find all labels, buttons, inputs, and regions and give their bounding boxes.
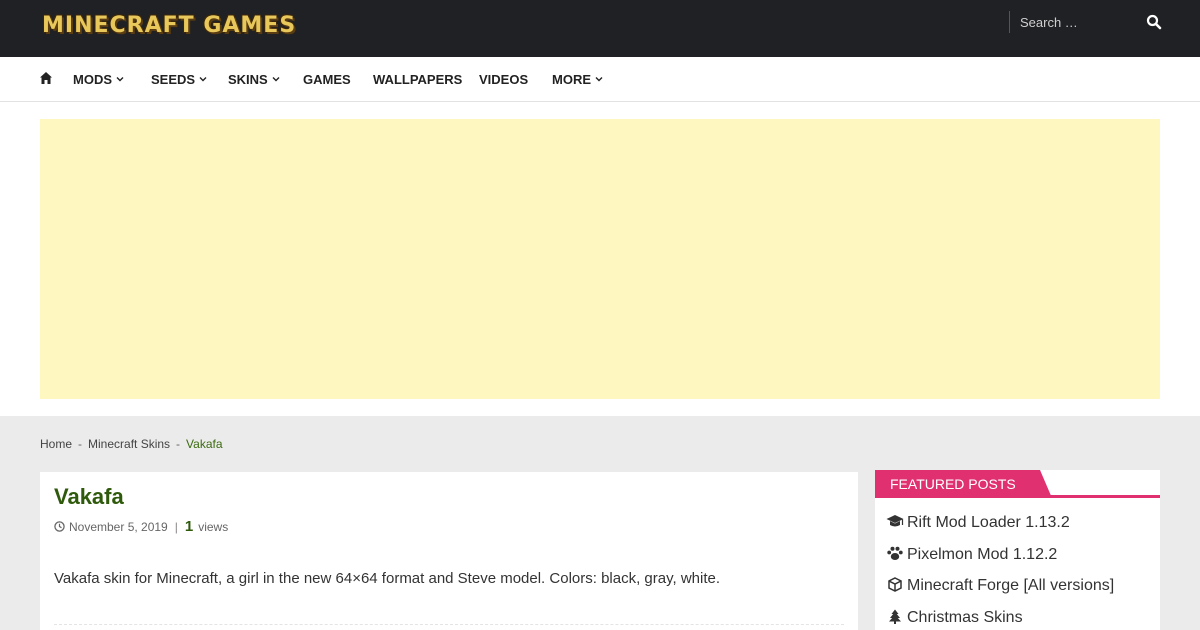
nav-item-label: VIDEOS	[479, 72, 529, 87]
nav-item-label: SEEDS	[151, 72, 196, 87]
featured-posts-list: Rift Mod Loader 1.13.2 Pixelmon Mod 1.12…	[886, 514, 1114, 630]
breadcrumb-home-link[interactable]: Home	[40, 437, 72, 451]
featured-posts-widget: FEATURED POSTS Rift Mod Loader 1.13.2 Pi…	[875, 470, 1160, 630]
nav-item-mods[interactable]: MODS	[73, 57, 124, 102]
paw-icon	[887, 546, 903, 560]
nav-item-more[interactable]: MORE	[552, 57, 603, 102]
post-title: Vakafa	[54, 484, 124, 509]
chevron-down-icon	[595, 77, 603, 82]
article-card: Vakafa November 5, 2019 | 1 views Vakafa sk…	[40, 472, 858, 630]
nav-item-label: WALLPAPERS	[373, 72, 463, 87]
site-logo[interactable]: MINECRAFT GAMES	[42, 9, 296, 43]
widget-header: FEATURED POSTS	[875, 470, 1160, 498]
nav-item-label: MODS	[73, 72, 112, 87]
featured-post-label: Rift Mod Loader 1.13.2	[907, 514, 1070, 531]
tree-icon	[889, 609, 901, 624]
breadcrumb-separator: -	[176, 437, 181, 451]
chevron-down-icon	[272, 77, 280, 82]
featured-post-label: Pixelmon Mod 1.12.2	[907, 545, 1058, 563]
home-icon[interactable]	[39, 71, 53, 85]
nav-item-games[interactable]: GAMES	[303, 57, 351, 102]
featured-post-link[interactable]: Christmas Skins	[886, 609, 1114, 630]
breadcrumb-separator: -	[78, 437, 83, 451]
post-meta: November 5, 2019 | 1 views	[54, 518, 228, 535]
search-icon[interactable]	[1146, 14, 1162, 30]
nav-item-label: SKINS	[228, 72, 268, 87]
cube-icon	[888, 577, 902, 592]
meta-separator: |	[174, 520, 178, 534]
nav-item-videos[interactable]: VIDEOS	[479, 57, 528, 102]
nav-item-seeds[interactable]: SEEDS	[151, 57, 207, 102]
featured-post-link[interactable]: Rift Mod Loader 1.13.2	[886, 514, 1114, 546]
clock-icon	[54, 521, 65, 532]
nav-item-label: MORE	[552, 72, 591, 87]
nav-item-skins[interactable]: SKINS	[228, 57, 280, 102]
views-label: views	[198, 520, 229, 534]
chevron-down-icon	[199, 77, 207, 82]
chevron-down-icon	[116, 77, 124, 82]
post-excerpt: Vakafa skin for Minecraft, a girl in the…	[54, 570, 721, 587]
featured-post-label: Christmas Skins	[907, 608, 1023, 626]
breadcrumb: Home - Minecraft Skins - Vakafa	[40, 437, 223, 451]
nav-item-label: GAMES	[303, 72, 351, 87]
widget-title: FEATURED POSTS	[875, 470, 1052, 498]
search-input[interactable]	[1020, 11, 1140, 33]
post-date: November 5, 2019	[69, 520, 168, 534]
breadcrumb-category-link[interactable]: Minecraft Skins	[88, 437, 170, 451]
ad-band	[0, 102, 1200, 416]
graduation-cap-icon	[886, 515, 904, 527]
featured-post-link[interactable]: Minecraft Forge [All versions]	[886, 577, 1114, 609]
views-count: 1	[184, 518, 194, 535]
nav-item-wallpapers[interactable]: WALLPAPERS	[373, 57, 462, 102]
main-nav: MODS SEEDS SKINS GAMES WALLPAPERS VIDEOS…	[0, 57, 1200, 102]
divider	[54, 624, 844, 625]
site-header: MINECRAFT GAMES	[0, 0, 1200, 57]
featured-post-link[interactable]: Pixelmon Mod 1.12.2	[886, 546, 1114, 578]
breadcrumb-current: Vakafa	[186, 437, 223, 451]
search-box	[1009, 11, 1162, 33]
featured-post-label: Minecraft Forge [All versions]	[907, 577, 1115, 594]
ad-banner[interactable]	[40, 119, 1160, 399]
